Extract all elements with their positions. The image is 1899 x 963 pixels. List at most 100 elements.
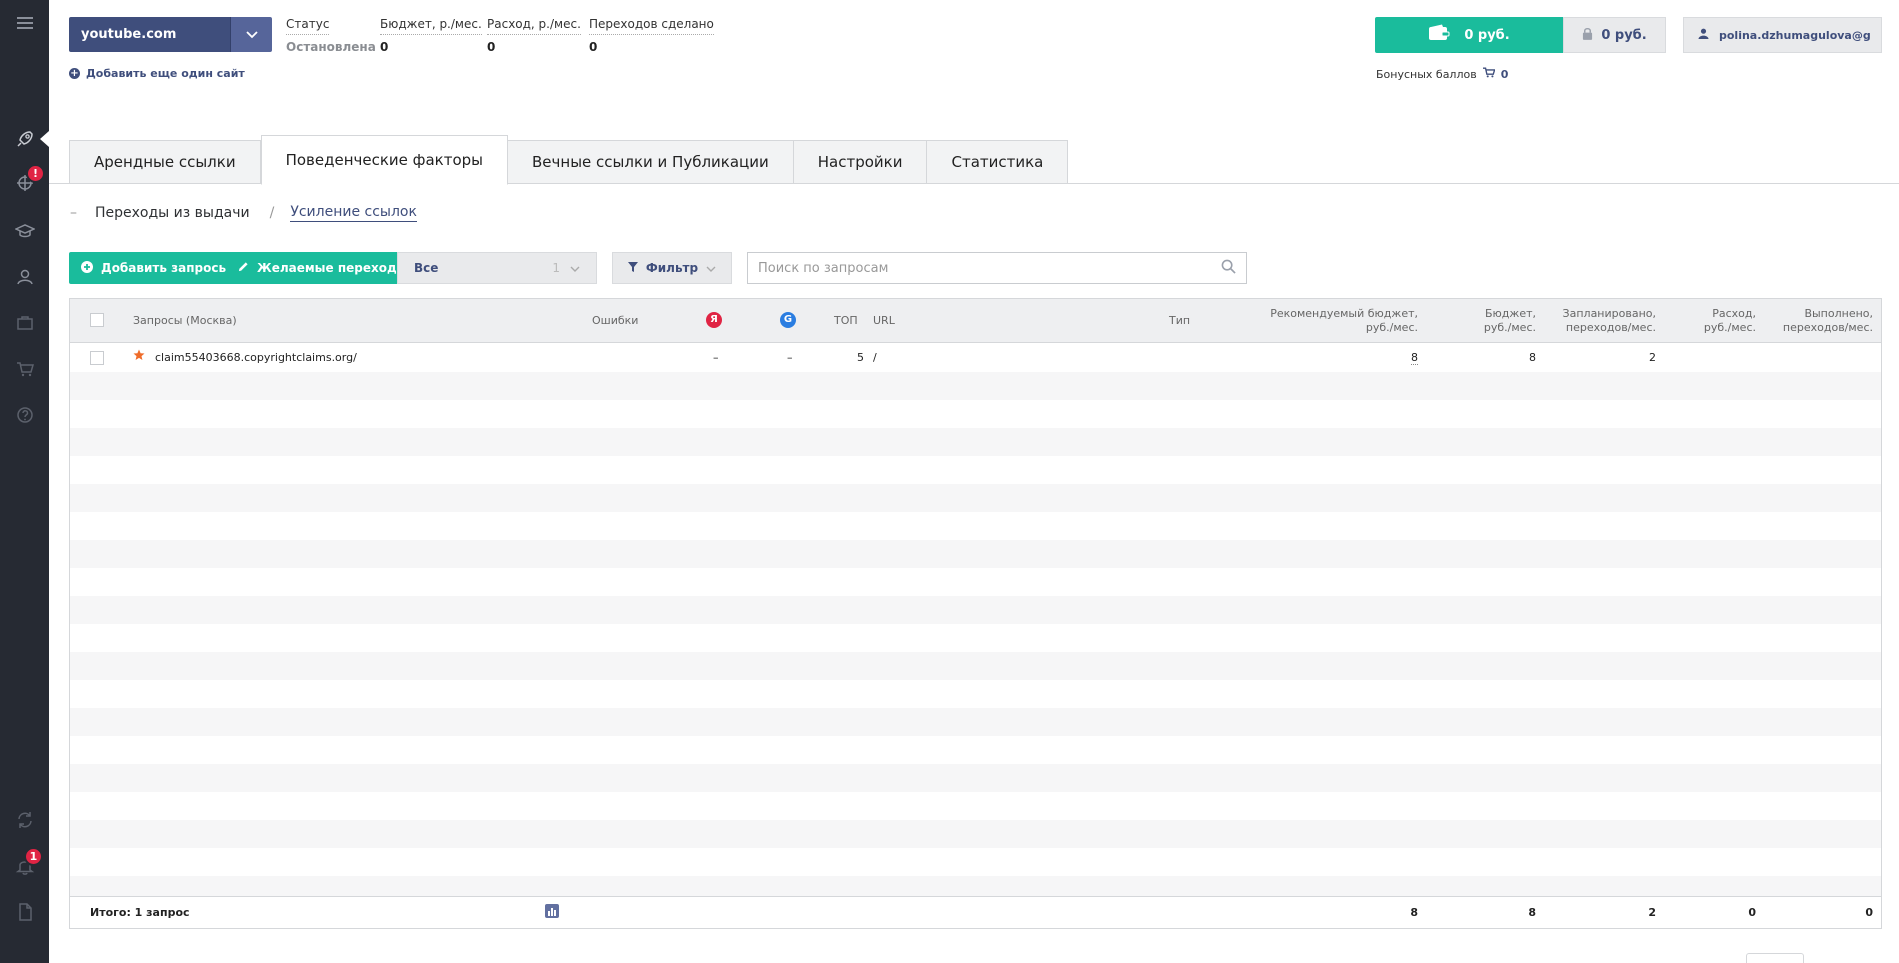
stat-transitions-label[interactable]: Переходов сделано — [589, 17, 714, 35]
query-group-select[interactable]: Все 1 — [397, 252, 597, 284]
stat-transitions: Переходов сделано 0 — [589, 17, 714, 54]
pagination-control[interactable] — [1746, 953, 1804, 963]
col-type[interactable]: Тип — [1169, 314, 1190, 328]
graduation-cap-icon[interactable] — [0, 214, 49, 248]
chevron-down-icon[interactable] — [230, 17, 272, 52]
row-recommended-budget[interactable]: 8 — [1411, 351, 1418, 365]
stat-budget-value: 0 — [380, 40, 389, 54]
select-all-checkbox[interactable] — [90, 313, 104, 327]
stat-budget-label[interactable]: Бюджет, р./мес. — [380, 17, 482, 35]
subnav: – Переходы из выдачи / Усиление ссылок — [70, 204, 417, 222]
active-section-indicator — [40, 131, 49, 147]
row-budget[interactable]: 8 — [1529, 351, 1536, 364]
subnav-item-link-boost[interactable]: Усиление ссылок — [290, 204, 417, 222]
bonus-points: Бонусных баллов 0 — [1376, 67, 1508, 81]
col-url[interactable]: URL — [873, 314, 895, 328]
hamburger-menu-icon[interactable] — [0, 6, 49, 40]
tab-settings[interactable]: Настройки — [793, 140, 928, 184]
row-query[interactable]: claim55403668.copyrightclaims.org/ — [155, 351, 357, 364]
wallet-icon — [1428, 24, 1450, 46]
row-yandex: – — [713, 351, 719, 364]
subnav-item-search-transitions[interactable]: Переходы из выдачи — [95, 205, 250, 221]
user-icon[interactable] — [0, 260, 49, 294]
desired-transitions-label: Желаемые переходы — [257, 261, 408, 275]
filter-icon — [627, 261, 638, 275]
tab-statistics[interactable]: Статистика — [927, 140, 1069, 184]
table-footer: Итого: 1 запрос 8 8 2 0 0 — [70, 896, 1881, 928]
row-planned: 2 — [1649, 351, 1656, 364]
left-sidebar: ! 1 — [0, 0, 49, 963]
site-name[interactable]: youtube.com — [69, 17, 230, 52]
col-done-line2: переходов/мес. — [1782, 321, 1873, 334]
col-errors[interactable]: Ошибки — [592, 314, 638, 328]
stat-status-value: Остановлена — [286, 40, 376, 54]
add-queries-button[interactable]: Добавить запросы — [69, 252, 242, 284]
help-icon[interactable] — [0, 398, 49, 432]
subnav-dash: – — [70, 205, 77, 221]
chart-bars-icon[interactable] — [545, 904, 559, 921]
total-spend: 0 — [1748, 906, 1756, 919]
col-done-line1: Выполнено, — [1804, 307, 1873, 320]
row-url[interactable]: / — [873, 351, 877, 364]
col-spend-line2: руб./мес. — [1703, 321, 1756, 334]
locked-balance-value: 0 руб. — [1601, 27, 1647, 43]
stat-status: Статус Остановлена — [286, 17, 376, 54]
row-checkbox[interactable] — [90, 351, 104, 365]
total-recommended-budget: 8 — [1410, 906, 1418, 919]
tab-rental-links[interactable]: Арендные ссылки — [69, 140, 261, 184]
col-budget-line1: Бюджет, — [1485, 307, 1536, 320]
col-yandex[interactable]: Я — [706, 312, 722, 328]
col-query[interactable]: Запросы (Москва) — [133, 314, 237, 328]
star-icon[interactable] — [133, 349, 145, 364]
search-box — [747, 252, 1247, 284]
main-tabs: Арендные ссылки Поведенческие факторы Ве… — [69, 135, 1069, 185]
lock-icon — [1582, 27, 1593, 44]
add-queries-label: Добавить запросы — [101, 261, 230, 275]
document-icon[interactable] — [0, 895, 49, 929]
col-spend-line1: Расход, — [1712, 307, 1756, 320]
notification-count-badge: 1 — [24, 847, 43, 866]
col-recommended-budget[interactable]: Рекомендуемый бюджет, руб./мес. — [1270, 307, 1418, 335]
col-budget[interactable]: Бюджет, руб./мес. — [1484, 307, 1536, 335]
stat-budget: Бюджет, р./мес. 0 — [380, 17, 482, 54]
col-recommended-budget-line2: руб./мес. — [1365, 321, 1418, 334]
search-input[interactable] — [758, 260, 1221, 276]
cart-icon[interactable] — [0, 352, 49, 386]
col-planned[interactable]: Запланировано, переходов/мес. — [1563, 307, 1656, 335]
user-icon — [1698, 28, 1709, 42]
row-google: – — [787, 351, 793, 364]
user-menu-button[interactable]: polina.dzhumagulova@g — [1683, 17, 1882, 53]
stat-spend-label[interactable]: Расход, р./мес. — [487, 17, 581, 35]
locked-balance-button[interactable]: 0 руб. — [1563, 17, 1666, 53]
col-done[interactable]: Выполнено, переходов/мес. — [1783, 307, 1873, 335]
col-top[interactable]: ТОП — [834, 314, 858, 328]
query-group-count: 1 — [552, 261, 560, 275]
col-planned-line2: переходов/мес. — [1565, 321, 1656, 334]
empty-rows — [70, 344, 1881, 897]
tab-behavioral-factors[interactable]: Поведенческие факторы — [260, 135, 509, 185]
google-icon: G — [780, 312, 796, 328]
pencil-icon — [238, 261, 249, 275]
site-selector[interactable]: youtube.com — [69, 17, 272, 52]
desired-transitions-button[interactable]: Желаемые переходы — [226, 252, 420, 284]
balance-button[interactable]: 0 руб. — [1375, 17, 1563, 53]
filter-button[interactable]: Фильтр — [612, 252, 732, 284]
briefcase-icon[interactable] — [0, 306, 49, 340]
refresh-icon[interactable] — [0, 803, 49, 837]
bonus-label: Бонусных баллов — [1376, 67, 1477, 81]
cart-icon — [1482, 67, 1496, 81]
stat-spend-value: 0 — [487, 40, 496, 54]
table-row[interactable]: claim55403668.copyrightclaims.org/ – – 5… — [70, 344, 1881, 372]
col-planned-line1: Запланировано, — [1562, 307, 1656, 320]
total-label: Итого: 1 запрос — [90, 906, 190, 919]
search-icon[interactable] — [1221, 259, 1236, 277]
add-site-link[interactable]: + Добавить еще один сайт — [69, 67, 245, 80]
col-google[interactable]: G — [780, 312, 796, 328]
tab-permanent-links[interactable]: Вечные ссылки и Публикации — [508, 140, 794, 184]
stat-status-label[interactable]: Статус — [286, 17, 330, 35]
col-spend[interactable]: Расход, руб./мес. — [1704, 307, 1756, 335]
plus-circle-icon — [81, 260, 93, 276]
table-header: Запросы (Москва) Ошибки Я G ТОП URL Тип … — [70, 299, 1881, 343]
chevron-down-icon — [706, 261, 716, 275]
total-budget: 8 — [1528, 906, 1536, 919]
